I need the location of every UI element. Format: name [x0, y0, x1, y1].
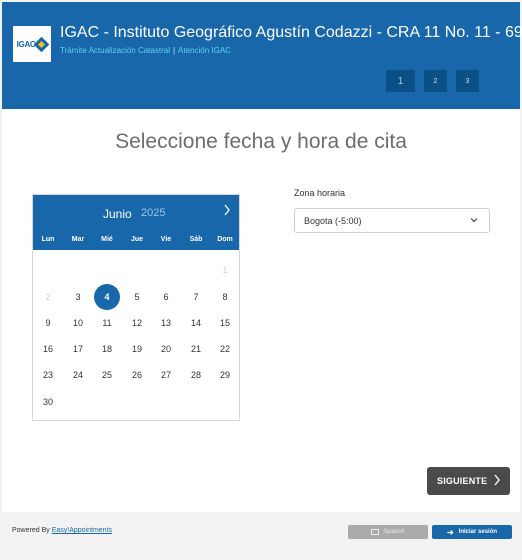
language-button-label: Spanish	[383, 529, 405, 535]
calendar-day[interactable]: 17	[65, 336, 91, 362]
weekday-label: Vie	[160, 236, 172, 243]
login-button-label: Iniciar sesión	[458, 529, 498, 535]
weekday-label: Mié	[101, 236, 113, 243]
chevron-down-icon	[470, 218, 478, 223]
calendar-day: 2	[45, 292, 51, 302]
calendar-day[interactable]: 19	[124, 336, 150, 362]
provider-name: Atención IGAC	[178, 46, 231, 55]
calendar-day[interactable]: 24	[65, 362, 91, 388]
calendar-day[interactable]: 7	[183, 284, 209, 310]
step-3: 3	[456, 70, 479, 92]
step-1: 1	[386, 70, 415, 92]
company-title: IGAC - Instituto Geográfico Agustín Coda…	[60, 24, 522, 41]
header: IGAC IGAC - Instituto Geográfico Agustín…	[2, 2, 522, 109]
page-title: Seleccione fecha y hora de cita	[115, 130, 407, 153]
calendar-day[interactable]: 16	[35, 336, 61, 362]
calendar-day[interactable]: 23	[35, 362, 61, 388]
selected-day[interactable]: 4	[94, 284, 120, 310]
weekday-label: Mar	[71, 236, 85, 243]
calendar-day[interactable]: 10	[65, 310, 91, 336]
easyappointments-link[interactable]: Easy!Appointments	[52, 527, 112, 534]
timezone-select[interactable]: Bogota (-5:00)	[294, 208, 490, 233]
login-button[interactable]: ➜ Iniciar sesión	[432, 525, 512, 539]
weekday-label: Sáb	[189, 236, 203, 243]
subtitle-separator: |	[172, 46, 176, 55]
calendar-day[interactable]: 6	[153, 284, 179, 310]
weekday-label: Jue	[130, 236, 144, 243]
calendar-day[interactable]: 28	[183, 362, 209, 388]
next-button[interactable]: SIGUIENTE	[427, 467, 510, 495]
calendar-header: Junio 2025 Lun Mar Mié Jue Vie Sáb Dom	[33, 195, 239, 250]
powered-by: Powered By Easy!Appointments	[12, 527, 112, 534]
date-picker: Junio 2025 Lun Mar Mié Jue Vie Sáb Dom 1234567…	[32, 194, 240, 421]
calendar-day[interactable]: 15	[212, 310, 238, 336]
calendar-day[interactable]: 9	[35, 310, 61, 336]
calendar-day[interactable]: 21	[183, 336, 209, 362]
sign-in-icon: ➜	[446, 527, 454, 537]
timezone-value: Bogota (-5:00)	[304, 215, 362, 226]
calendar-day[interactable]: 8	[212, 284, 238, 310]
page-background: IGAC IGAC - Instituto Geográfico Agustín…	[0, 0, 522, 560]
chevron-right-icon	[493, 473, 501, 490]
calendar-day[interactable]: 5	[124, 284, 150, 310]
calendar-day[interactable]: 26	[124, 362, 150, 388]
calendar-day[interactable]: 3	[65, 284, 91, 310]
calendar-day: 1	[222, 265, 228, 275]
calendar-day[interactable]: 12	[124, 310, 150, 336]
subtitle: Trámite Actualización Catastral | Atención…	[60, 46, 231, 55]
calendar-day[interactable]: 29	[212, 362, 238, 388]
booking-card: IGAC IGAC - Instituto Geográfico Agustín…	[2, 2, 522, 512]
calendar-day[interactable]: 18	[94, 336, 120, 362]
step-2: 2	[424, 70, 447, 92]
calendar-year: 2025	[141, 207, 166, 219]
next-button-label: SIGUIENTE	[437, 476, 488, 486]
language-icon	[371, 529, 380, 535]
powered-by-prefix: Powered By	[12, 527, 50, 534]
service-name: Trámite Actualización Catastral	[60, 46, 170, 55]
logo-mark-icon	[34, 36, 50, 52]
language-button[interactable]: Spanish	[348, 525, 428, 539]
calendar-day[interactable]: 25	[94, 362, 120, 388]
weekday-label: Lun	[41, 236, 55, 243]
chevron-right-icon	[224, 204, 230, 216]
next-month-button[interactable]	[223, 203, 231, 219]
calendar-day[interactable]: 13	[153, 310, 179, 336]
calendar-day[interactable]: 20	[153, 336, 179, 362]
igac-logo: IGAC	[13, 26, 51, 62]
calendar-month: Junio	[103, 207, 132, 221]
calendar-day[interactable]: 30	[35, 389, 61, 415]
weekday-label: Dom	[217, 236, 233, 243]
calendar-day[interactable]: 22	[212, 336, 238, 362]
timezone-label: Zona horaria	[294, 188, 346, 198]
calendar-day[interactable]: 14	[183, 310, 209, 336]
calendar-day[interactable]: 27	[153, 362, 179, 388]
calendar-day[interactable]: 11	[94, 310, 120, 336]
